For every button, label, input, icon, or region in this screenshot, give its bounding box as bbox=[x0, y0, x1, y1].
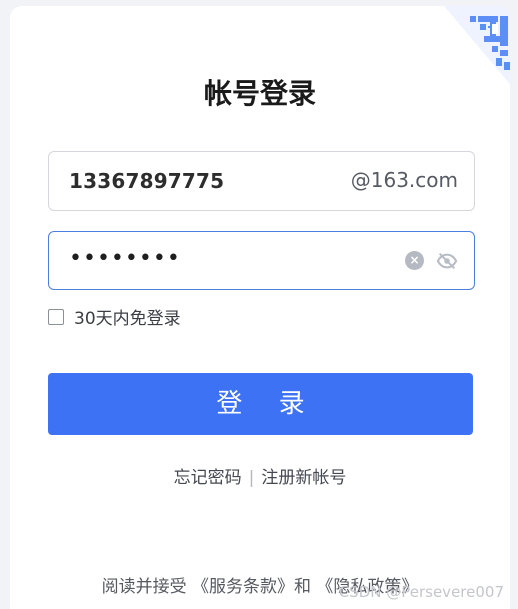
email-domain-suffix: @163.com bbox=[350, 168, 458, 192]
remember-checkbox[interactable] bbox=[48, 308, 64, 325]
login-button[interactable]: 登 录 bbox=[48, 373, 473, 435]
password-field[interactable]: •••••••• × bbox=[48, 231, 475, 290]
account-input-value[interactable]: 13367897775 bbox=[69, 169, 224, 193]
page-title: 帐号登录 bbox=[203, 77, 316, 110]
account-links: 忘记密码 | 注册新帐号 bbox=[10, 463, 510, 488]
terms-of-service-link[interactable]: 《服务条款》 bbox=[192, 577, 294, 597]
register-link[interactable]: 注册新帐号 bbox=[261, 468, 346, 488]
remember-login[interactable]: 30天内免登录 bbox=[48, 304, 181, 329]
forgot-password-link[interactable]: 忘记密码 bbox=[174, 468, 242, 488]
agreement-conjunction: 和 bbox=[294, 577, 311, 597]
login-card: 帐号登录 13367897775 @163.com •••••••• × 30天… bbox=[10, 6, 510, 609]
link-separator: | bbox=[248, 468, 255, 488]
eye-off-icon[interactable] bbox=[436, 250, 458, 272]
agreement-prefix: 阅读并接受 bbox=[101, 577, 187, 597]
watermark: CSDN @Persevere007 bbox=[338, 583, 504, 601]
account-field[interactable]: 13367897775 @163.com bbox=[48, 151, 475, 211]
clear-icon[interactable]: × bbox=[405, 251, 424, 270]
remember-label[interactable]: 30天内免登录 bbox=[74, 304, 181, 329]
password-input-value[interactable]: •••••••• bbox=[69, 246, 181, 271]
